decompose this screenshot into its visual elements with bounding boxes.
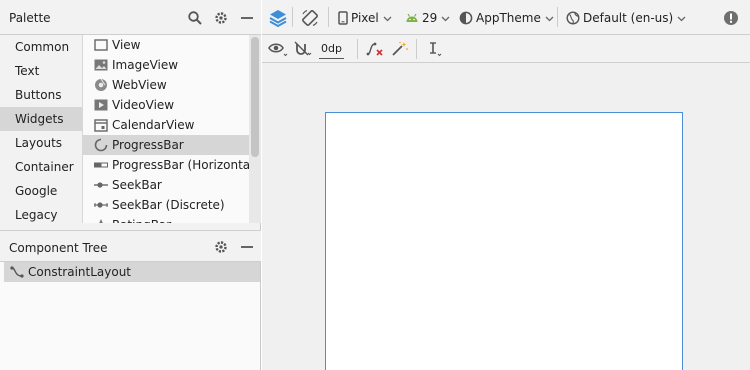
default-margin-value: 0dp bbox=[321, 42, 342, 55]
palette-category-google[interactable]: Google bbox=[0, 179, 82, 203]
palette-item-label: View bbox=[112, 38, 141, 52]
minimize-icon[interactable] bbox=[238, 9, 256, 27]
api-level-selector[interactable]: 29 bbox=[405, 8, 450, 28]
api-level-label: 29 bbox=[422, 11, 438, 25]
device-label: Pixel bbox=[351, 11, 379, 25]
progress-horizontal-icon bbox=[94, 158, 108, 172]
palette-item-label: ProgressBar bbox=[112, 138, 184, 152]
palette-item-progressbar-horizontal[interactable]: ProgressBar (Horizontal) bbox=[83, 155, 258, 175]
guidelines-icon[interactable] bbox=[426, 39, 444, 59]
palette-category-layouts[interactable]: Layouts bbox=[0, 131, 82, 155]
palette-item-seekbar-discrete[interactable]: SeekBar (Discrete) bbox=[83, 195, 249, 215]
palette-item-label: RatingBar bbox=[112, 218, 171, 223]
palette-item-label: ProgressBar (Horizontal) bbox=[112, 158, 259, 172]
chevron-down-icon bbox=[383, 11, 392, 25]
palette-item-videoview[interactable]: VideoView bbox=[83, 95, 249, 115]
theme-selector[interactable]: AppTheme bbox=[459, 8, 554, 28]
globe-icon bbox=[566, 11, 580, 25]
palette-item-calendarview[interactable]: CalendarView bbox=[83, 115, 249, 135]
design-toolbar: Pixel 29 AppTheme Default (en-us) bbox=[262, 0, 750, 35]
palette-item-progressbar[interactable]: ProgressBar bbox=[83, 135, 249, 155]
left-panel: Palette Common Text Buttons Widgets Layouts C… bbox=[0, 0, 261, 370]
constraint-layout-icon bbox=[10, 265, 24, 279]
chevron-down-icon bbox=[545, 11, 554, 25]
seekbar-discrete-icon bbox=[94, 198, 108, 212]
phone-icon bbox=[338, 11, 348, 25]
palette-item-label: WebView bbox=[112, 78, 167, 92]
calendar-icon bbox=[94, 118, 108, 132]
palette-category-common[interactable]: Common bbox=[0, 35, 82, 59]
seekbar-icon bbox=[94, 178, 108, 192]
theme-icon bbox=[459, 11, 473, 25]
gear-icon[interactable] bbox=[212, 9, 230, 27]
palette-item-webview[interactable]: WebView bbox=[83, 75, 249, 95]
video-icon bbox=[94, 98, 108, 112]
warning-icon[interactable] bbox=[723, 8, 739, 28]
view-icon bbox=[94, 38, 108, 52]
chevron-down-icon bbox=[677, 11, 686, 25]
device-screen-preview[interactable] bbox=[325, 112, 683, 370]
palette-item-label: SeekBar bbox=[112, 178, 162, 192]
palette-item-seekbar[interactable]: SeekBar bbox=[83, 175, 249, 195]
chevron-down-icon bbox=[441, 11, 450, 25]
palette-item-label: SeekBar (Discrete) bbox=[112, 198, 225, 212]
search-icon[interactable] bbox=[186, 9, 204, 27]
layout-toolbar: 0dp bbox=[262, 35, 750, 63]
palette-title: Palette bbox=[9, 11, 51, 25]
locale-label: Default (en-us) bbox=[583, 11, 674, 25]
progress-icon bbox=[94, 138, 108, 152]
palette-item-label: CalendarView bbox=[112, 118, 195, 132]
widget-list-scrollbar[interactable] bbox=[249, 35, 261, 223]
orientation-icon[interactable] bbox=[300, 8, 320, 28]
android-icon bbox=[405, 13, 419, 23]
palette-category-widgets[interactable]: Widgets bbox=[0, 107, 82, 131]
palette-category-text[interactable]: Text bbox=[0, 59, 82, 83]
web-icon bbox=[94, 78, 108, 92]
default-margin-selector[interactable]: 0dp bbox=[319, 39, 344, 59]
palette-category-container[interactable]: Container bbox=[0, 155, 82, 179]
palette-item-ratingbar[interactable]: RatingBar bbox=[83, 215, 249, 223]
palette-category-legacy[interactable]: Legacy bbox=[0, 203, 82, 227]
palette-header: Palette bbox=[0, 0, 261, 35]
locale-selector[interactable]: Default (en-us) bbox=[566, 8, 686, 28]
palette-item-imageview[interactable]: ImageView bbox=[83, 55, 249, 75]
tree-item-label: ConstraintLayout bbox=[28, 265, 132, 279]
palette-category-buttons[interactable]: Buttons bbox=[0, 83, 82, 107]
tree-item-constraintlayout[interactable]: ConstraintLayout bbox=[4, 262, 260, 282]
component-tree-header: Component Tree bbox=[0, 230, 261, 262]
component-tree: ConstraintLayout bbox=[0, 262, 260, 370]
infer-constraints-icon[interactable] bbox=[391, 39, 409, 59]
minimize-icon[interactable] bbox=[238, 238, 256, 256]
design-canvas[interactable] bbox=[262, 63, 750, 370]
gear-icon[interactable] bbox=[212, 238, 230, 256]
component-tree-title: Component Tree bbox=[9, 241, 108, 255]
palette-widget-list: View ImageView WebView VideoView CalendarVie… bbox=[83, 35, 261, 223]
theme-label: AppTheme bbox=[476, 11, 541, 25]
scrollbar-thumb[interactable] bbox=[251, 37, 259, 157]
star-icon bbox=[94, 218, 108, 223]
palette-item-view[interactable]: View bbox=[83, 35, 249, 55]
palette-item-label: ImageView bbox=[112, 58, 179, 72]
device-selector[interactable]: Pixel bbox=[338, 8, 392, 28]
palette-item-label: VideoView bbox=[112, 98, 175, 112]
palette-categories: Common Text Buttons Widgets Layouts Container… bbox=[0, 35, 83, 223]
autoconnect-icon[interactable] bbox=[294, 39, 312, 59]
canvas-scrollbar[interactable] bbox=[745, 63, 750, 370]
view-options-icon[interactable] bbox=[268, 39, 288, 59]
layers-icon[interactable] bbox=[268, 8, 288, 28]
image-icon bbox=[94, 58, 108, 72]
clear-constraints-icon[interactable] bbox=[366, 39, 384, 59]
